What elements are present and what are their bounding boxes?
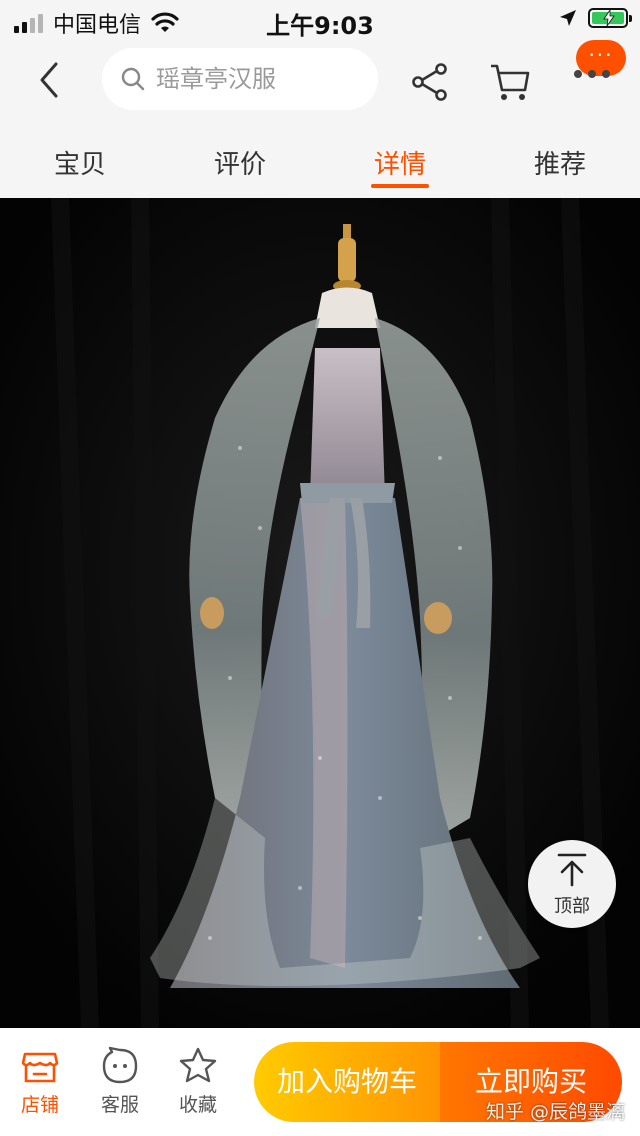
store-label: 店铺	[20, 1094, 59, 1116]
tab-label: 推荐	[533, 150, 586, 180]
tab-reviews[interactable]: 评价	[180, 144, 300, 181]
add-to-cart-button[interactable]: 加入购物车	[254, 1042, 440, 1122]
scroll-top-label: 顶部	[554, 896, 590, 917]
search-icon	[121, 67, 145, 91]
tab-bar: 宝贝 评价 详情 推荐	[0, 120, 640, 198]
arrow-up-icon	[557, 853, 587, 887]
chevron-left-icon	[40, 62, 58, 98]
share-button[interactable]	[408, 60, 452, 104]
scroll-top-button[interactable]: 顶部	[528, 840, 616, 928]
store-button[interactable]: 店铺	[0, 1046, 80, 1117]
favorite-label: 收藏	[178, 1094, 217, 1116]
customer-service-label: 客服	[100, 1094, 139, 1116]
back-button[interactable]	[28, 58, 72, 102]
tab-label: 评价	[213, 150, 266, 180]
nav-bar: ···	[0, 40, 640, 120]
tab-details[interactable]: 详情	[340, 144, 460, 188]
tab-recommend[interactable]: 推荐	[500, 144, 620, 181]
customer-service-button[interactable]: 客服	[80, 1046, 160, 1117]
tab-label: 宝贝	[53, 150, 106, 180]
location-arrow-icon	[560, 10, 576, 26]
star-icon	[179, 1047, 217, 1083]
charging-bolt-icon	[603, 10, 615, 26]
search-input[interactable]	[154, 64, 358, 94]
more-button[interactable]: ···	[570, 40, 630, 90]
favorite-button[interactable]: 收藏	[158, 1046, 238, 1117]
customer-service-icon	[102, 1046, 138, 1084]
tab-label: 详情	[373, 150, 426, 180]
store-icon	[21, 1052, 59, 1083]
share-icon	[412, 63, 447, 101]
more-dots-icon	[574, 70, 610, 78]
cart-button[interactable]	[488, 60, 532, 104]
tab-item[interactable]: 宝贝	[20, 144, 140, 181]
battery-icon	[588, 8, 632, 28]
active-tab-indicator	[371, 184, 429, 188]
shopping-cart-icon	[491, 64, 530, 100]
search-box[interactable]	[102, 48, 378, 110]
clock: 上午9:03	[266, 12, 374, 40]
status-right	[558, 8, 632, 28]
status-bar: 中国电信 上午9:03	[0, 0, 640, 40]
watermark: 知乎 @辰鸽墨漓	[486, 1101, 626, 1123]
